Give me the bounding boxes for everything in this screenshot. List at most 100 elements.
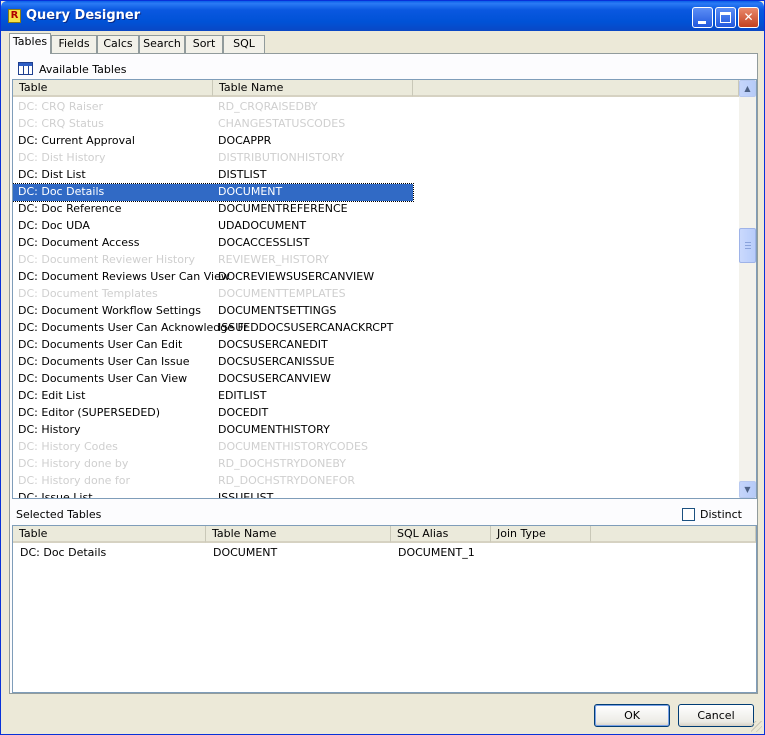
chevron-down-icon: ▼	[744, 485, 751, 494]
row-table-name: ISSUELIST	[218, 491, 274, 498]
table-row[interactable]: DC: History Codes DOCUMENTHISTORYCODES	[13, 439, 413, 456]
row-table: DC: History done for	[18, 474, 131, 487]
available-tables-scrollbar[interactable]: ▲ ▼	[739, 80, 756, 498]
row-table: DC: Edit List	[18, 389, 86, 402]
query-designer-window: R Query Designer ✕ Tables Fields Calcs S…	[0, 0, 765, 735]
table-row[interactable]: DC: Dist List DISTLIST	[13, 167, 413, 184]
table-row[interactable]: DC: Issue List ISSUELIST	[13, 490, 413, 498]
maximize-icon	[720, 12, 731, 23]
table-row[interactable]: DC: Doc Reference DOCUMENTREFERENCE	[13, 201, 413, 218]
row-table: DC: Doc UDA	[18, 219, 90, 232]
close-icon: ✕	[743, 10, 754, 24]
row-table-name: DOCEDIT	[218, 406, 269, 419]
table-row[interactable]: DC: Dist History DISTRIBUTIONHISTORY	[13, 150, 413, 167]
row-table-name: DOCUMENTHISTORY	[218, 423, 330, 436]
row-table-name: DOCUMENT	[218, 185, 283, 198]
row-table-name: DOCUMENTTEMPLATES	[218, 287, 346, 300]
column-header-table-name[interactable]: Table Name	[213, 80, 413, 97]
row-table-name: REVIEWER_HISTORY	[218, 253, 329, 266]
row-table-name: DOCUMENTHISTORYCODES	[218, 440, 368, 453]
minimize-icon	[698, 21, 706, 24]
table-row[interactable]: DC: Edit List EDITLIST	[13, 388, 413, 405]
tab-sort[interactable]: Sort	[185, 35, 223, 53]
table-row[interactable]: DC: Documents User Can Edit DOCSUSERCANED…	[13, 337, 413, 354]
distinct-label[interactable]: Distinct	[700, 508, 742, 521]
table-row[interactable]: DC: Documents User Can Acknowledge Fr ISS…	[13, 320, 413, 337]
selected-row-table: DC: Doc Details	[20, 546, 107, 559]
row-table: DC: Document Access	[18, 236, 140, 249]
row-table-name: DOCUMENTSETTINGS	[218, 304, 337, 317]
table-row[interactable]: DC: Document Workflow Settings DOCUMENTSE…	[13, 303, 413, 320]
row-table-name: DOCSUSERCANVIEW	[218, 372, 331, 385]
row-table: DC: History done by	[18, 457, 129, 470]
sel-column-header-sql-alias[interactable]: SQL Alias	[391, 526, 491, 543]
table-row[interactable]: DC: Document Reviews User Can View DOCREV…	[13, 269, 413, 286]
row-table-name: ISSUEDDOCSUSERCANACKRCPT	[218, 321, 394, 334]
row-table: DC: Editor (SUPERSEDED)	[18, 406, 161, 419]
table-row[interactable]: DC: Documents User Can View DOCSUSERCANVI…	[13, 371, 413, 388]
scroll-thumb[interactable]	[739, 228, 756, 263]
row-table-name: RD_CRQRAISEDBY	[218, 100, 318, 113]
minimize-button[interactable]	[692, 7, 713, 28]
selected-tables-label: Selected Tables	[16, 508, 102, 521]
row-table-name: DOCSUSERCANEDIT	[218, 338, 328, 351]
row-table-name: DISTRIBUTIONHISTORY	[218, 151, 345, 164]
close-button[interactable]: ✕	[738, 7, 759, 28]
selected-tables-list[interactable]: Table Table Name SQL Alias Join Type DC:…	[12, 525, 757, 693]
row-table: DC: Current Approval	[18, 134, 135, 147]
row-table: DC: Dist List	[18, 168, 86, 181]
row-table: DC: Dist History	[18, 151, 106, 164]
tab-search[interactable]: Search	[139, 35, 185, 53]
column-header-filler	[413, 80, 739, 97]
sel-column-header-table[interactable]: Table	[13, 526, 206, 543]
row-table: DC: Documents User Can Issue	[18, 355, 190, 368]
row-table-name: DOCAPPR	[218, 134, 272, 147]
table-row[interactable]: DC: Editor (SUPERSEDED) DOCEDIT	[13, 405, 413, 422]
row-table-name: EDITLIST	[218, 389, 267, 402]
row-table: DC: CRQ Raiser	[18, 100, 104, 113]
table-grid-icon	[18, 62, 33, 75]
row-table: DC: Documents User Can Acknowledge Fr	[18, 321, 248, 334]
tab-sql[interactable]: SQL	[223, 35, 265, 53]
row-table: DC: Document Reviewer History	[18, 253, 196, 266]
tab-tables[interactable]: Tables	[9, 33, 51, 54]
ok-button[interactable]: OK	[594, 704, 670, 727]
sel-column-header-table-name[interactable]: Table Name	[206, 526, 391, 543]
row-table-name: RD_DOCHSTRYDONEBY	[218, 457, 347, 470]
row-table: DC: Documents User Can View	[18, 372, 188, 385]
row-table: DC: Doc Reference	[18, 202, 122, 215]
cancel-button[interactable]: Cancel	[678, 704, 754, 727]
table-row[interactable]: DC: History DOCUMENTHISTORY	[13, 422, 413, 439]
row-table-name: UDADOCUMENT	[218, 219, 307, 232]
selected-table-row[interactable]: DC: Doc Details DOCUMENT DOCUMENT_1	[13, 544, 756, 561]
row-table: DC: Document Workflow Settings	[18, 304, 201, 317]
table-row[interactable]: DC: History done for RD_DOCHSTRYDONEFOR	[13, 473, 413, 490]
distinct-checkbox[interactable]	[682, 508, 695, 521]
row-table-name: DOCREVIEWSUSERCANVIEW	[218, 270, 375, 283]
table-row[interactable]: DC: Current Approval DOCAPPR	[13, 133, 413, 150]
row-table: DC: Documents User Can Edit	[18, 338, 183, 351]
table-row[interactable]: DC: Document Templates DOCUMENTTEMPLATES	[13, 286, 413, 303]
row-table-name: DOCUMENTREFERENCE	[218, 202, 348, 215]
table-row[interactable]: DC: Document Reviewer History REVIEWER_HI…	[13, 252, 413, 269]
available-tables-list[interactable]: Table Table Name DC: CRQ Raiser RD_CRQRAI…	[12, 79, 757, 499]
available-tables-label: Available Tables	[39, 63, 127, 76]
table-row[interactable]: DC: CRQ Raiser RD_CRQRAISEDBY	[13, 99, 413, 116]
table-row[interactable]: DC: Document Access DOCACCESSLIST	[13, 235, 413, 252]
title-bar[interactable]: R Query Designer ✕	[1, 1, 764, 31]
tab-calcs[interactable]: Calcs	[97, 35, 139, 53]
scroll-down-button[interactable]: ▼	[739, 481, 756, 498]
table-row[interactable]: DC: CRQ Status CHANGESTATUSCODES	[13, 116, 413, 133]
table-row[interactable]: DC: Doc UDA UDADOCUMENT	[13, 218, 413, 235]
column-header-table[interactable]: Table	[13, 80, 213, 97]
table-row[interactable]: DC: Doc Details DOCUMENT	[13, 183, 414, 202]
maximize-button[interactable]	[715, 7, 736, 28]
tab-fields[interactable]: Fields	[51, 35, 97, 53]
row-table: DC: Issue List	[18, 491, 93, 498]
sel-column-header-join-type[interactable]: Join Type	[491, 526, 591, 543]
scroll-up-button[interactable]: ▲	[739, 80, 756, 97]
table-row[interactable]: DC: Documents User Can Issue DOCSUSERCANI…	[13, 354, 413, 371]
table-row[interactable]: DC: History done by RD_DOCHSTRYDONEBY	[13, 456, 413, 473]
selected-row-sql-alias: DOCUMENT_1	[398, 546, 475, 559]
resize-grip-icon[interactable]	[751, 721, 762, 732]
